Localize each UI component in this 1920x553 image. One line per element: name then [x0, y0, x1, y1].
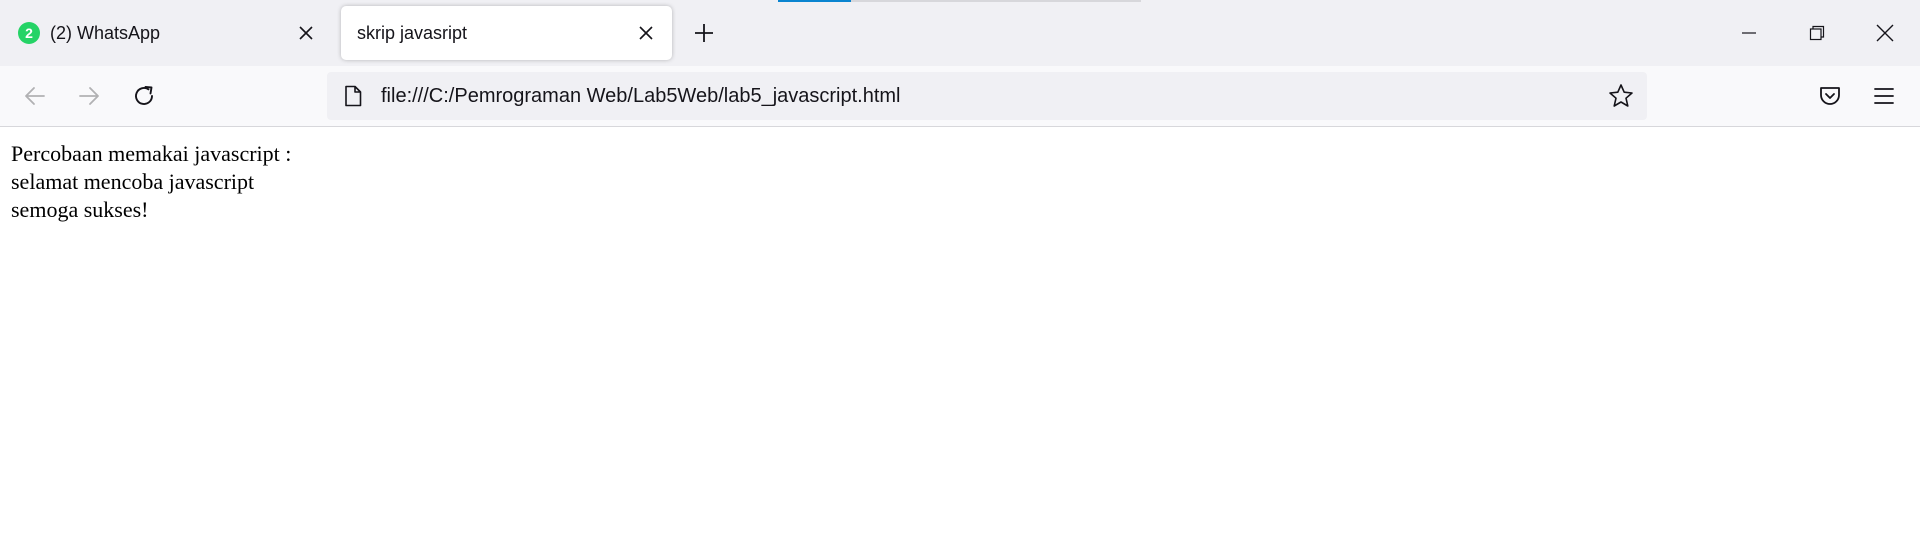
- pocket-button[interactable]: [1812, 78, 1848, 114]
- text-line: selamat mencoba javascript: [11, 169, 255, 194]
- back-button[interactable]: [17, 78, 53, 114]
- plus-icon: [695, 24, 713, 42]
- arrow-left-icon: [25, 87, 45, 105]
- close-icon: [1876, 24, 1894, 42]
- reload-icon: [135, 86, 153, 105]
- tab-whatsapp[interactable]: 2 (2) WhatsApp: [2, 6, 332, 60]
- tab-title: skrip javasript: [357, 22, 468, 43]
- close-tab-icon[interactable]: [632, 19, 660, 47]
- application-menu-button[interactable]: [1866, 78, 1902, 114]
- whatsapp-badge-icon: 2: [18, 22, 40, 44]
- browser-window: 2 (2) WhatsApp skrip javasript file:///C…: [0, 0, 1920, 553]
- loading-indicator: [778, 0, 851, 2]
- minimize-button[interactable]: [1715, 0, 1783, 66]
- restore-button[interactable]: [1783, 0, 1851, 66]
- minimize-icon: [1742, 32, 1756, 34]
- new-tab-button[interactable]: [688, 17, 720, 49]
- tab-title: (2) WhatsApp: [50, 22, 161, 43]
- pocket-icon: [1820, 87, 1840, 105]
- reload-button[interactable]: [126, 78, 162, 114]
- hamburger-icon: [1874, 88, 1894, 104]
- text-line: Percobaan memakai javascript :: [11, 141, 292, 166]
- restore-icon: [1809, 25, 1825, 41]
- close-tab-icon[interactable]: [292, 19, 320, 47]
- close-window-button[interactable]: [1851, 0, 1919, 66]
- tab-skrip-javasript[interactable]: skrip javasript: [341, 6, 672, 60]
- star-icon: [1609, 84, 1633, 107]
- tab-strip: 2 (2) WhatsApp skrip javasript: [0, 0, 1920, 66]
- text-line: semoga sukses!: [11, 197, 149, 222]
- arrow-right-icon: [79, 87, 99, 105]
- page-content: Percobaan memakai javascript : selamat m…: [0, 127, 1920, 553]
- bookmark-star-button[interactable]: [1603, 78, 1639, 114]
- address-bar[interactable]: file:///C:/Pemrograman Web/Lab5Web/lab5_…: [327, 72, 1647, 120]
- page-icon: [341, 84, 365, 108]
- page-text: Percobaan memakai javascript : selamat m…: [11, 140, 291, 224]
- navigation-toolbar: file:///C:/Pemrograman Web/Lab5Web/lab5_…: [0, 66, 1920, 127]
- loading-track: [851, 0, 1141, 2]
- url-text[interactable]: file:///C:/Pemrograman Web/Lab5Web/lab5_…: [381, 85, 1603, 108]
- forward-button[interactable]: [71, 78, 107, 114]
